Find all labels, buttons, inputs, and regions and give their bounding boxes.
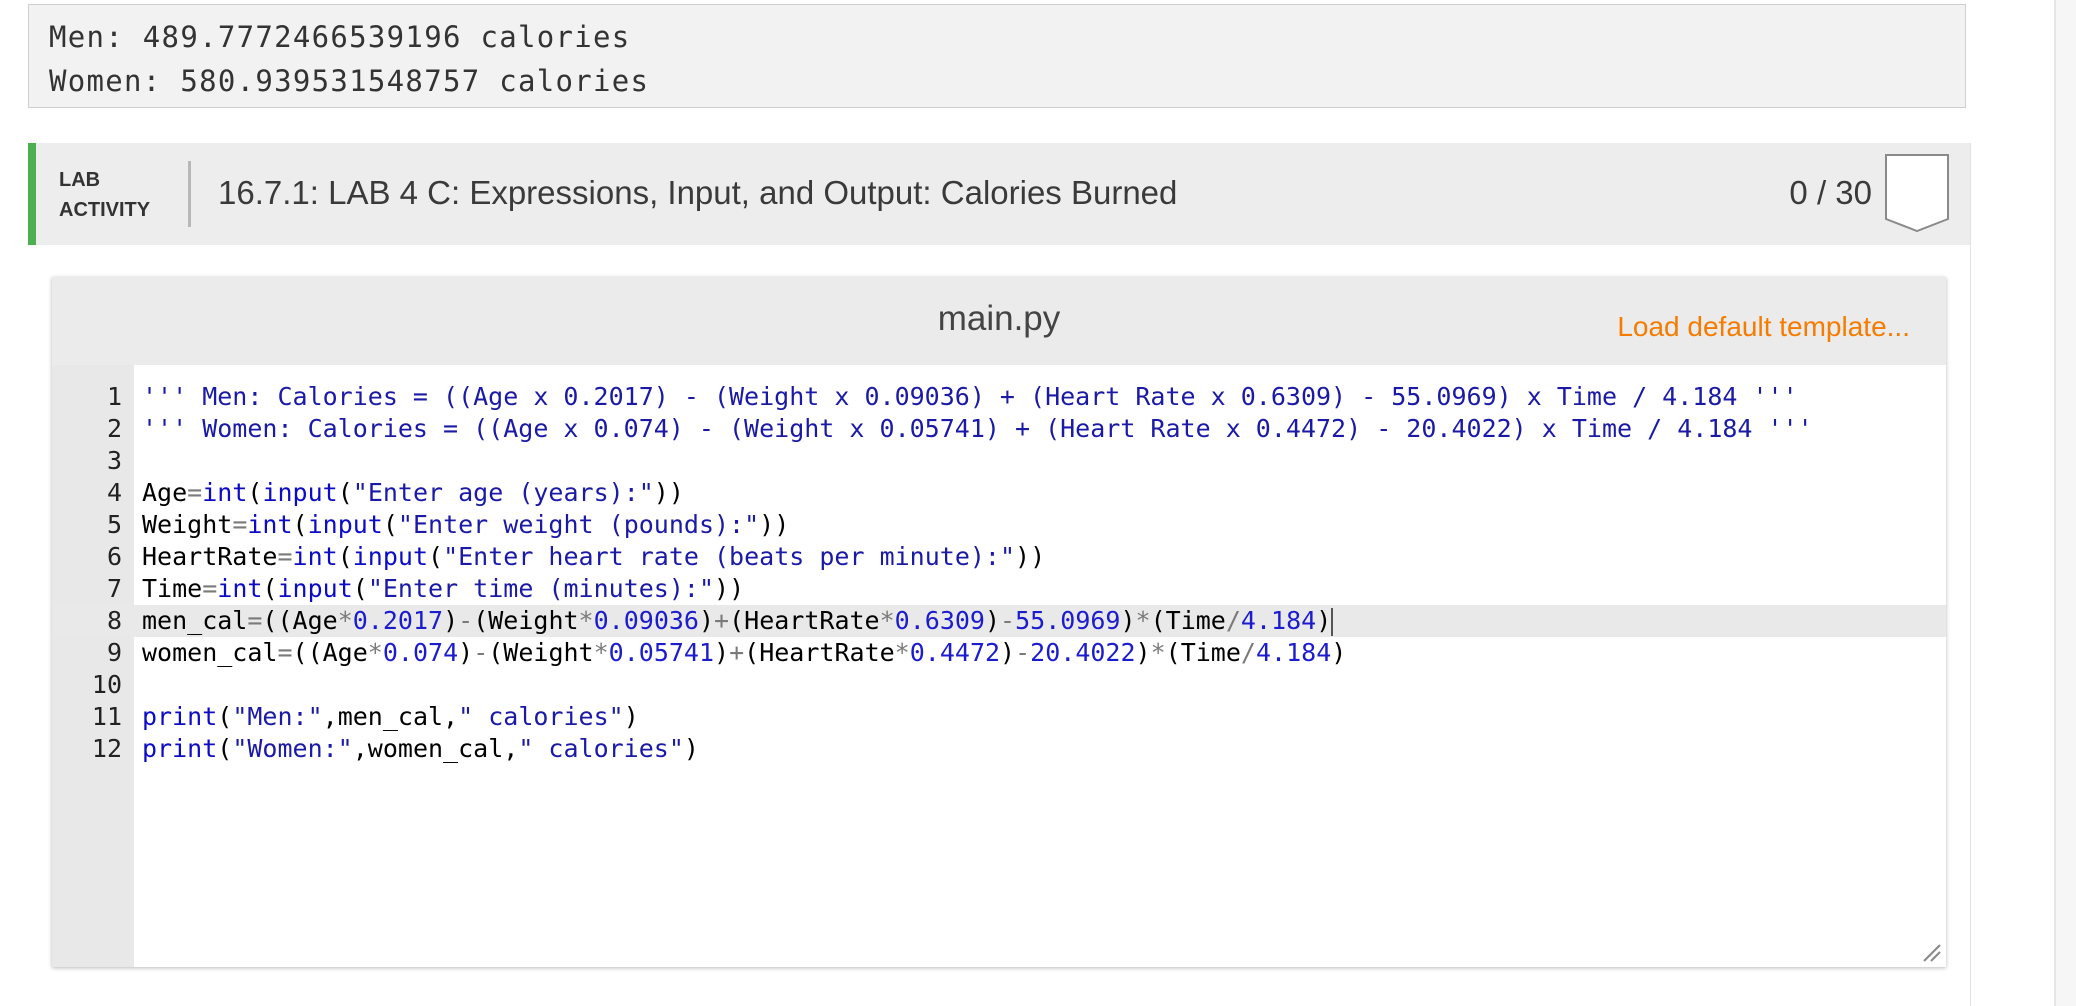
line-code[interactable]: ''' Women: Calories = ((Age x 0.074) - (… bbox=[142, 413, 1813, 445]
line-number: 11 bbox=[91, 702, 122, 731]
code-line[interactable]: 9 women_cal=((Age*0.074)-(Weight*0.05741)… bbox=[52, 637, 1946, 669]
lab-activity-panel: LAB ACTIVITY 16.7.1: LAB 4 C: Expression… bbox=[28, 143, 1971, 1006]
code-lines[interactable]: 1 ''' Men: Calories = ((Age x 0.2017) - (… bbox=[52, 381, 1946, 765]
lab-tag-line1: LAB bbox=[59, 169, 101, 191]
line-number: 1 bbox=[106, 382, 122, 411]
code-line[interactable]: 11 print("Men:",men_cal," calories") bbox=[52, 701, 1946, 733]
output-line-men: Men: 489.7772466539196 calories bbox=[49, 20, 631, 54]
line-number: 2 bbox=[106, 414, 122, 443]
header-divider bbox=[188, 161, 191, 227]
line-code[interactable]: Weight=int(input("Enter weight (pounds):… bbox=[142, 509, 789, 541]
line-number: 6 bbox=[106, 542, 122, 571]
line-code[interactable]: Time=int(input("Enter time (minutes):")) bbox=[142, 573, 744, 605]
page-scrollbar[interactable] bbox=[2054, 0, 2076, 1006]
lab-title: 16.7.1: LAB 4 C: Expressions, Input, and… bbox=[218, 174, 1178, 211]
lab-tag-line2: ACTIVITY bbox=[59, 199, 151, 221]
line-number: 10 bbox=[91, 670, 122, 699]
output-line-women: Women: 580.939531548757 calories bbox=[49, 64, 650, 98]
line-code[interactable]: ''' Men: Calories = ((Age x 0.2017) - (W… bbox=[142, 381, 1798, 413]
line-code[interactable]: HeartRate=int(input("Enter heart rate (b… bbox=[142, 541, 1045, 573]
line-number: 3 bbox=[106, 446, 122, 475]
line-code[interactable]: men_cal=((Age*0.2017)-(Weight*0.09036)+(… bbox=[142, 605, 1334, 637]
resize-handle-icon[interactable] bbox=[1920, 941, 1942, 963]
line-code[interactable]: print("Women:",women_cal," calories") bbox=[142, 733, 699, 765]
lab-score: 0 / 30 bbox=[1789, 174, 1872, 211]
line-number: 9 bbox=[106, 638, 122, 667]
code-editor: main.py Load default template... 1 ''' Me… bbox=[52, 277, 1946, 967]
code-line[interactable]: 12 print("Women:",women_cal," calories") bbox=[52, 733, 1946, 765]
line-code[interactable]: print("Men:",men_cal," calories") bbox=[142, 701, 639, 733]
code-line[interactable]: 6 HeartRate=int(input("Enter heart rate (… bbox=[52, 541, 1946, 573]
text-cursor bbox=[1331, 608, 1334, 636]
lab-activity-header: LAB ACTIVITY 16.7.1: LAB 4 C: Expression… bbox=[28, 143, 1970, 245]
lab-activity-tag: LAB ACTIVITY bbox=[59, 165, 150, 225]
code-line[interactable]: 3 bbox=[52, 445, 1946, 477]
line-code[interactable]: Age=int(input("Enter age (years):")) bbox=[142, 477, 684, 509]
code-line[interactable]: 1 ''' Men: Calories = ((Age x 0.2017) - (… bbox=[52, 381, 1946, 413]
line-number: 12 bbox=[91, 734, 122, 763]
code-line[interactable]: 10 bbox=[52, 669, 1946, 701]
line-code[interactable]: women_cal=((Age*0.074)-(Weight*0.05741)+… bbox=[142, 637, 1346, 669]
code-line[interactable]: 2 ''' Women: Calories = ((Age x 0.074) - … bbox=[52, 413, 1946, 445]
load-default-template-link[interactable]: Load default template... bbox=[1617, 309, 1910, 345]
line-number: 5 bbox=[106, 510, 122, 539]
line-number: 8 bbox=[106, 606, 122, 635]
program-output: Men: 489.7772466539196 calories Women: 5… bbox=[28, 4, 1966, 108]
code-line[interactable]: 8 men_cal=((Age*0.2017)-(Weight*0.09036)+… bbox=[52, 605, 1946, 637]
code-line[interactable]: 4 Age=int(input("Enter age (years):")) bbox=[52, 477, 1946, 509]
code-line[interactable]: 7 Time=int(input("Enter time (minutes):")… bbox=[52, 573, 1946, 605]
line-number: 4 bbox=[106, 478, 122, 507]
code-line[interactable]: 5 Weight=int(input("Enter weight (pounds)… bbox=[52, 509, 1946, 541]
code-area[interactable]: 1 ''' Men: Calories = ((Age x 0.2017) - (… bbox=[52, 365, 1946, 967]
score-badge-icon bbox=[1885, 154, 1949, 233]
line-number: 7 bbox=[106, 574, 122, 603]
